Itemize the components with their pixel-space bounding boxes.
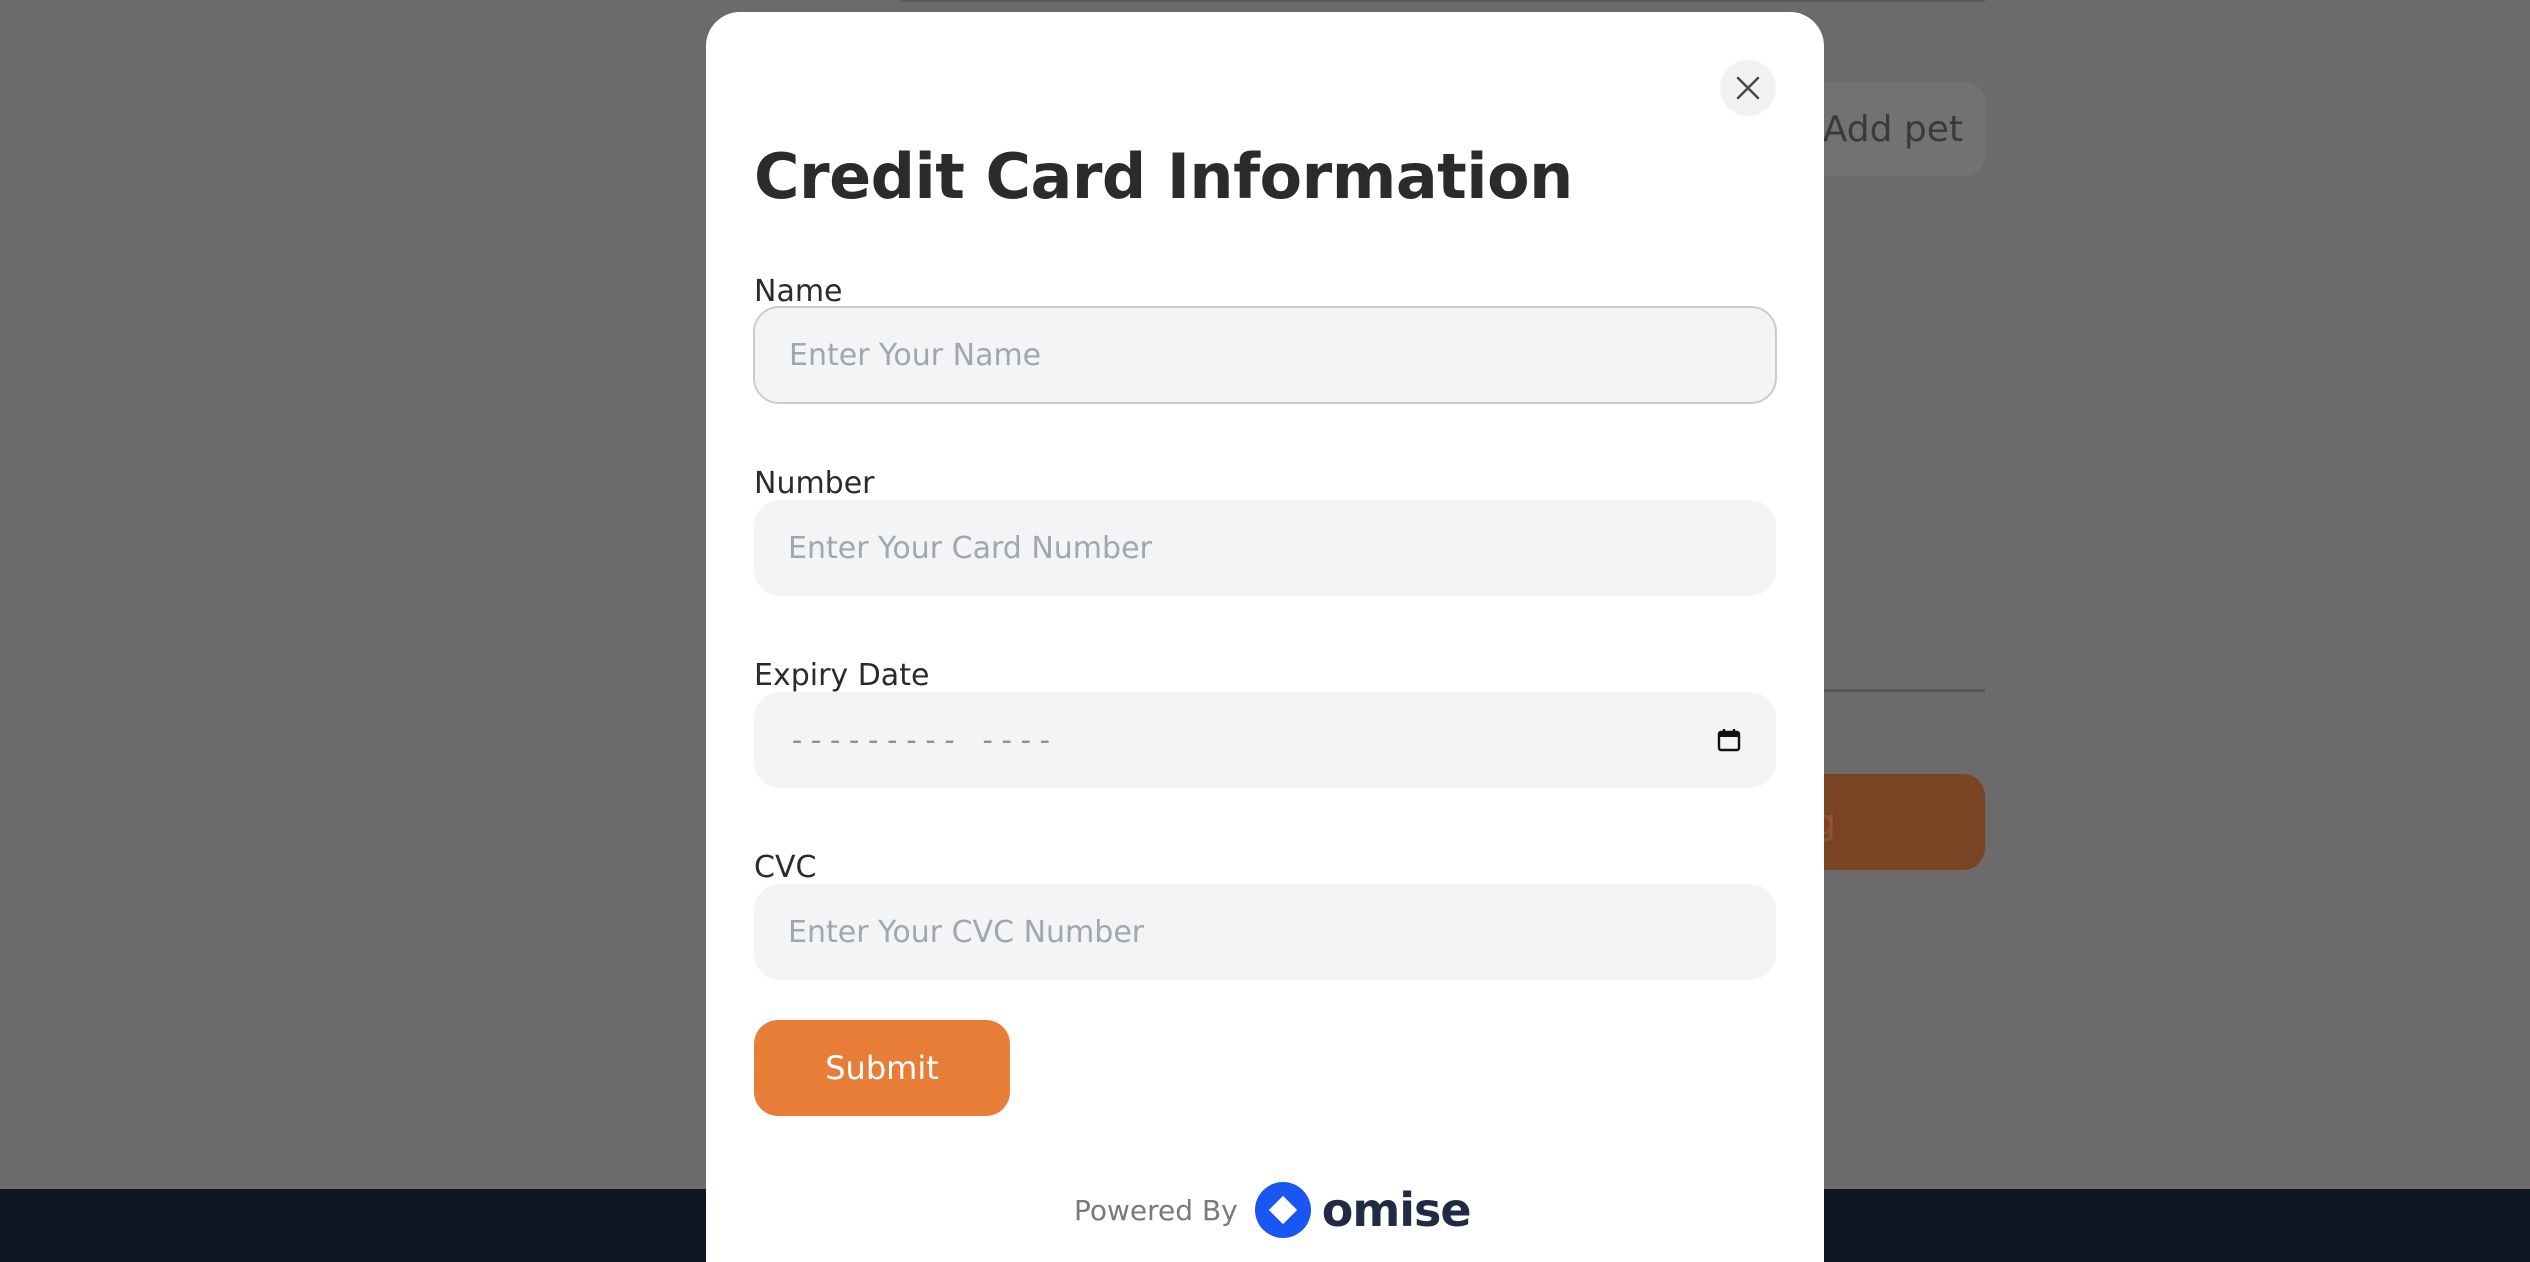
close-icon <box>1736 76 1760 100</box>
powered-by-footer: Powered By omise <box>1074 1180 1472 1240</box>
close-button[interactable] <box>1720 60 1776 116</box>
cvc-label: CVC <box>754 850 817 885</box>
cvc-input[interactable] <box>754 884 1776 980</box>
modal-title: Credit Card Information <box>754 140 1573 213</box>
expiry-date-placeholder: --------- ---- <box>788 722 1055 758</box>
name-input[interactable] <box>753 306 1777 404</box>
omise-logo-icon <box>1254 1182 1311 1238</box>
expiry-date-label: Expiry Date <box>754 658 930 693</box>
powered-by-text: Powered By <box>1074 1193 1238 1227</box>
number-label: Number <box>754 466 875 501</box>
omise-wordmark: omise <box>1321 1183 1472 1237</box>
calendar-icon[interactable] <box>1716 727 1742 753</box>
omise-logo: omise <box>1254 1181 1472 1239</box>
name-label: Name <box>754 274 843 309</box>
card-number-input[interactable] <box>754 500 1776 596</box>
background-divider-top <box>900 0 1985 2</box>
submit-button[interactable]: Submit <box>754 1020 1010 1116</box>
add-pet-label: Add pet <box>1822 108 1963 150</box>
expiry-date-input[interactable]: --------- ---- <box>754 692 1776 788</box>
credit-card-modal: Credit Card Information Name Number Expi… <box>706 12 1824 1262</box>
